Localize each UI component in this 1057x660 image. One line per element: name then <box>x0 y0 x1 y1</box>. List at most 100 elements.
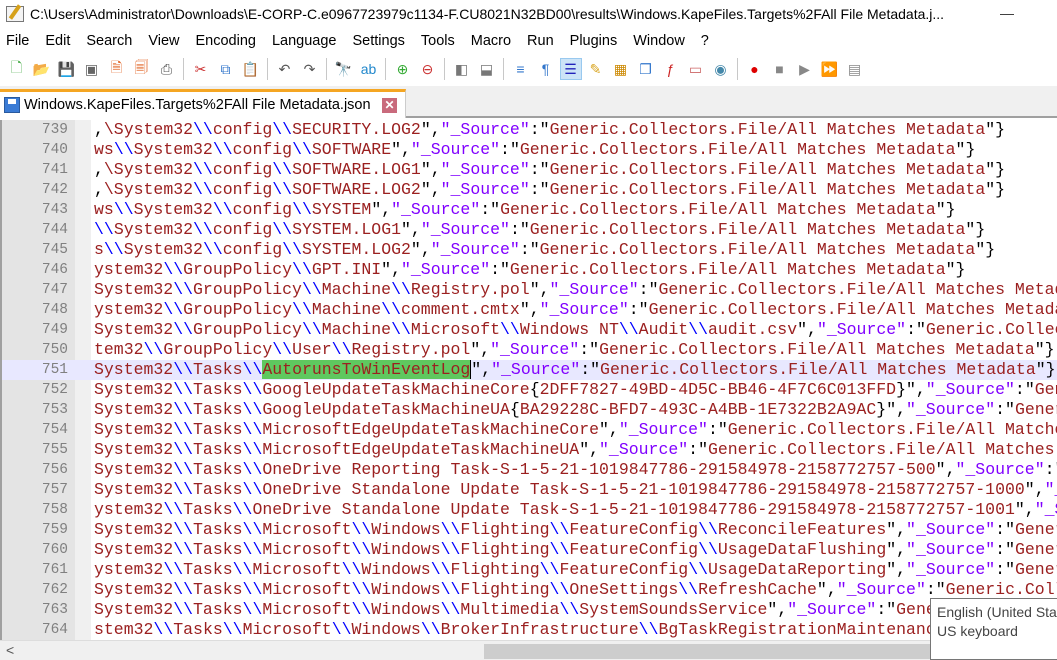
save-button[interactable]: 💾 <box>56 58 78 80</box>
code-line: 761 ystem32\\Tasks\\Microsoft\\Windows\\F… <box>2 560 1057 580</box>
indent-guide-button[interactable]: ☰ <box>559 58 582 80</box>
udl-button[interactable]: ✎ <box>585 58 607 80</box>
line-number: 745 <box>41 242 68 258</box>
document-map-icon: ▦ <box>613 60 628 77</box>
paste-icon: 📋 <box>241 60 260 77</box>
close-all-button[interactable]: 🗐 <box>131 58 153 80</box>
undo-icon: ↶ <box>278 60 291 77</box>
cut-button[interactable]: ✂ <box>190 58 212 80</box>
close-button[interactable]: 🗎 <box>106 58 128 80</box>
function-list-icon: ƒ <box>666 61 675 77</box>
save-macro-button[interactable]: ▤ <box>844 58 866 80</box>
word-wrap-button[interactable]: ≡ <box>510 58 532 80</box>
menu-window[interactable]: Window <box>625 33 693 49</box>
replace-button[interactable]: ab <box>358 58 380 80</box>
record-macro-icon: ● <box>750 61 759 77</box>
record-macro-button[interactable]: ● <box>744 58 766 80</box>
redo-icon: ↷ <box>303 60 316 77</box>
document-map-button[interactable]: ▦ <box>610 58 632 80</box>
window-title: C:\Users\Administrator\Downloads\E-CORP-… <box>30 6 945 22</box>
sync-horizontal-button[interactable]: ⬓ <box>476 58 498 80</box>
code-text: ystem32\\GroupPolicy\\Machine\\comment.c… <box>94 300 1057 319</box>
code-text: ystem32\\Tasks\\OneDrive Standalone Upda… <box>94 500 1057 519</box>
toolbar-separator <box>503 58 504 80</box>
open-file-button[interactable]: 📂 <box>31 58 53 80</box>
code-line: 762 System32\\Tasks\\Microsoft\\Windows\\… <box>2 580 1057 600</box>
code-line: 742 ,\System32\\config\\SOFTWARE.LOG2","_… <box>2 180 1057 200</box>
line-number: 754 <box>41 422 68 438</box>
scroll-left-arrow[interactable]: < <box>6 642 14 658</box>
line-number: 756 <box>41 462 68 478</box>
line-number: 759 <box>41 522 68 538</box>
monitoring-button[interactable]: ◉ <box>710 58 732 80</box>
run-macro-multiple-button[interactable]: ⏩ <box>819 58 841 80</box>
editor[interactable]: 739 ,\System32\\config\\SECURITY.LOG2","_… <box>0 120 1057 640</box>
code-text: System32\\Tasks\\MicrosoftEdgeUpdateTask… <box>94 440 1055 459</box>
menu-language[interactable]: Language <box>264 33 345 49</box>
run-macro-multiple-icon: ⏩ <box>820 60 839 77</box>
menu-view[interactable]: View <box>140 33 187 49</box>
code-line: 750 tem32\\GroupPolicy\\User\\Registry.po… <box>2 340 1057 360</box>
line-number: 755 <box>41 442 68 458</box>
folder-workspace-button[interactable]: ▭ <box>685 58 707 80</box>
menu-tools[interactable]: Tools <box>413 33 463 49</box>
menu-file[interactable]: File <box>0 33 37 49</box>
code-line: 757 System32\\Tasks\\OneDrive Standalone … <box>2 480 1057 500</box>
toolbar: 🗋 📂 💾 ▣ 🗎 🗐 ⎙ ✂ ⧉ 📋 ↶ ↷ 🔭 ab ⊕ ⊖ ◧ ⬓ ≡ ¶ ☰ ✎ ▦ ❐ ƒ ▭ ◉ ● ■ ▶ ⏩ ▤ <box>0 54 1057 84</box>
word-wrap-icon: ≡ <box>516 61 525 77</box>
code-line: 744 \\System32\\config\\SYSTEM.LOG1","_So… <box>2 220 1057 240</box>
code-line: 745 s\\System32\\config\\SYSTEM.LOG2","_S… <box>2 240 1057 260</box>
code-line: 749 System32\\GroupPolicy\\Machine\\Micro… <box>2 320 1057 340</box>
new-file-button[interactable]: 🗋 <box>6 58 28 80</box>
zoom-out-button[interactable]: ⊖ <box>417 58 439 80</box>
code-text: System32\\Tasks\\Microsoft\\Windows\\Mul… <box>94 600 1057 619</box>
undo-button[interactable]: ↶ <box>274 58 296 80</box>
menu-help[interactable]: ? <box>693 33 717 49</box>
code-line: 763 System32\\Tasks\\Microsoft\\Windows\\… <box>2 600 1057 620</box>
code-text: ws\\System32\\config\\SYSTEM","_Source":… <box>94 200 956 219</box>
sync-vertical-icon: ◧ <box>454 60 469 77</box>
keyboard-language-tooltip: English (United States) US keyboard <box>930 598 1057 660</box>
horizontal-scrollbar[interactable]: < <box>0 640 1057 660</box>
line-number: 750 <box>41 342 68 358</box>
code-text: System32\\Tasks\\Microsoft\\Windows\\Fli… <box>94 580 1057 599</box>
zoom-in-button[interactable]: ⊕ <box>392 58 414 80</box>
close-tab-icon[interactable]: ✕ <box>382 98 397 113</box>
stop-record-button[interactable]: ■ <box>769 58 791 80</box>
menu-encoding[interactable]: Encoding <box>188 33 264 49</box>
function-list-button[interactable]: ƒ <box>660 58 682 80</box>
menu-search[interactable]: Search <box>78 33 140 49</box>
redo-button[interactable]: ↷ <box>299 58 321 80</box>
line-number: 746 <box>41 262 68 278</box>
close-icon: 🗎 <box>110 59 123 75</box>
toolbar-separator <box>385 58 386 80</box>
save-all-icon: ▣ <box>84 60 99 77</box>
document-list-button[interactable]: ❐ <box>635 58 657 80</box>
line-number: 761 <box>41 562 68 578</box>
menu-run[interactable]: Run <box>519 33 562 49</box>
folder-workspace-icon: ▭ <box>688 60 703 77</box>
menu-edit[interactable]: Edit <box>37 33 78 49</box>
tooltip-keyboard: US keyboard <box>937 623 1018 639</box>
sync-vertical-button[interactable]: ◧ <box>451 58 473 80</box>
copy-button[interactable]: ⧉ <box>215 58 237 80</box>
save-all-button[interactable]: ▣ <box>81 58 103 80</box>
print-button[interactable]: ⎙ <box>156 58 178 80</box>
code-text: System32\\Tasks\\MicrosoftEdgeUpdateTask… <box>94 420 1057 439</box>
paste-button[interactable]: 📋 <box>240 58 262 80</box>
menu-macro[interactable]: Macro <box>463 33 519 49</box>
line-number: 764 <box>41 622 68 638</box>
show-all-chars-button[interactable]: ¶ <box>535 58 557 80</box>
minimize-button[interactable]: — <box>1000 5 1020 21</box>
play-macro-button[interactable]: ▶ <box>794 58 816 80</box>
menu-plugins[interactable]: Plugins <box>562 33 626 49</box>
code-text: System32\\Tasks\\Microsoft\\Windows\\Fli… <box>94 540 1057 559</box>
line-number: 748 <box>41 302 68 318</box>
scrollbar-thumb[interactable] <box>484 644 934 659</box>
toolbar-separator <box>737 58 738 80</box>
find-button[interactable]: 🔭 <box>333 58 355 80</box>
menu-settings[interactable]: Settings <box>344 33 412 49</box>
monitoring-icon: ◉ <box>714 60 727 77</box>
tab-active-file[interactable]: Windows.KapeFiles.Targets%2FAll File Met… <box>0 89 406 118</box>
line-number: 763 <box>41 602 68 618</box>
